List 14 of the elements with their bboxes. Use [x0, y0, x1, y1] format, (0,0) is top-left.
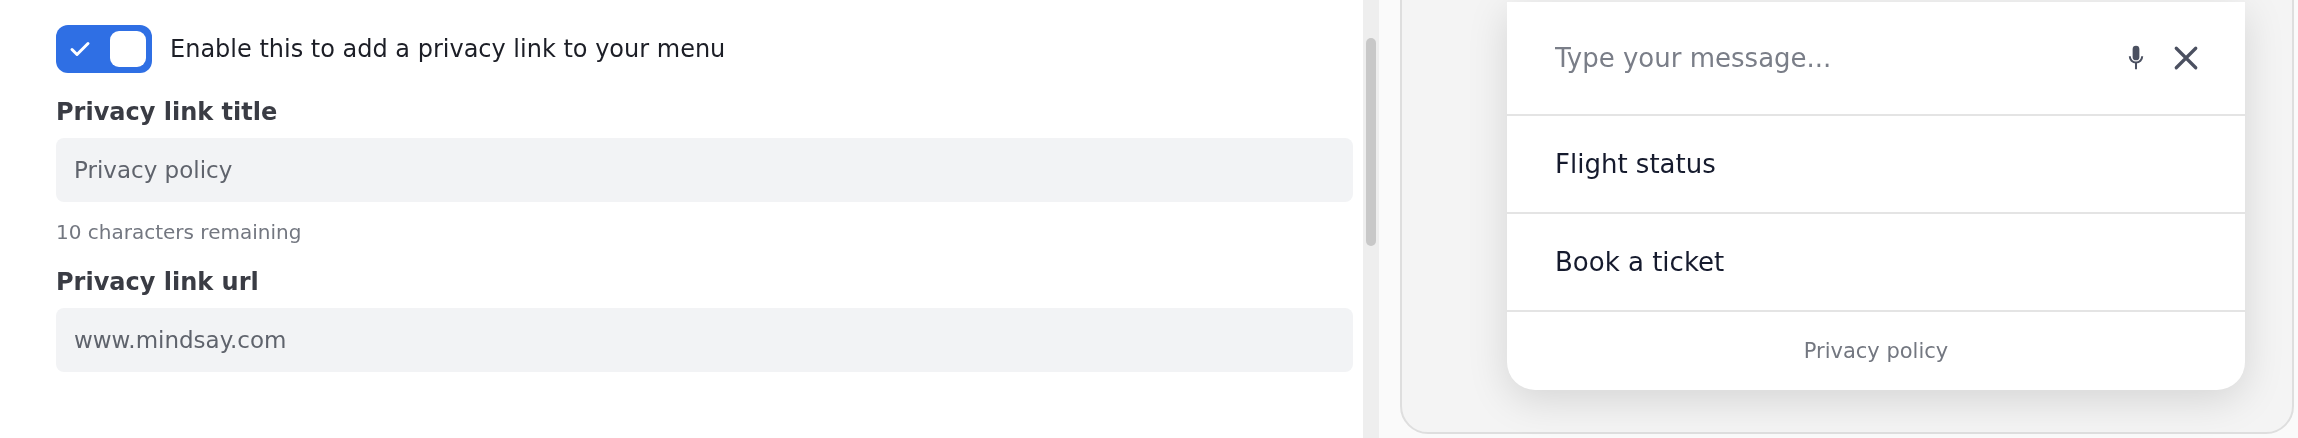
helper-text: 10 characters remaining [56, 220, 303, 244]
microphone-icon[interactable] [2127, 44, 2145, 72]
field-label: Privacy link url [56, 268, 260, 296]
menu-item[interactable]: Book a ticket [1507, 214, 2245, 312]
menu-item[interactable]: Flight status [1507, 116, 2245, 214]
toggle-switch[interactable] [56, 25, 152, 73]
message-field[interactable]: Type your message... [1555, 43, 2099, 73]
input-field[interactable]: www.mindsay.com [56, 308, 1353, 372]
toggle-label: Enable this to add a privacy link to your menu [170, 35, 726, 63]
privacy-link[interactable]: Privacy policy [1803, 339, 1949, 363]
close-icon[interactable] [2173, 45, 2199, 71]
field-label: Privacy link title [56, 98, 279, 126]
scrollbar-thumb[interactable] [1366, 38, 1376, 246]
input-field[interactable]: Privacy policy [56, 138, 1353, 202]
